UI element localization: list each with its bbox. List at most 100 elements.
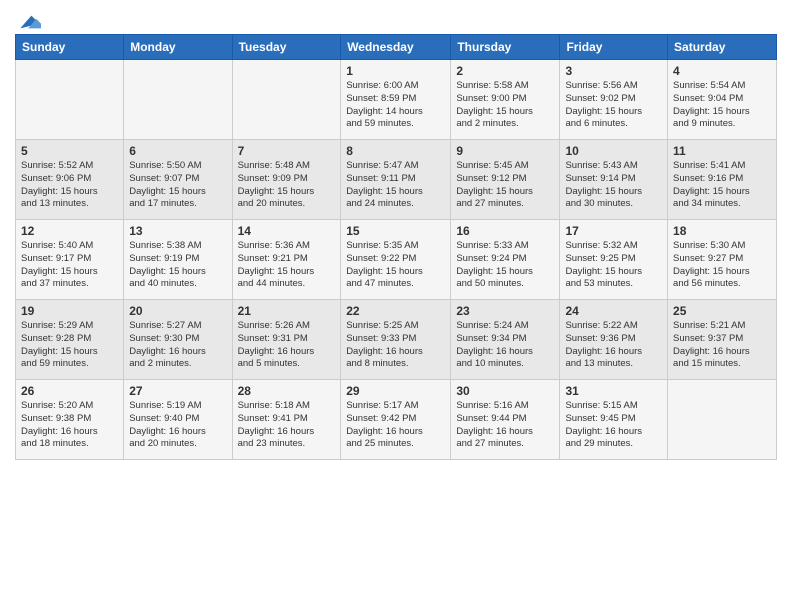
day-number: 30 <box>456 384 554 398</box>
calendar-week-row: 26 Sunrise: 5:20 AM Sunset: 9:38 PM Dayli… <box>16 380 777 460</box>
calendar-cell: 29 Sunrise: 5:17 AM Sunset: 9:42 PM Dayli… <box>341 380 451 460</box>
day-info: Sunrise: 5:24 AM Sunset: 9:34 PM Dayligh… <box>456 320 554 371</box>
calendar-cell: 14 Sunrise: 5:36 AM Sunset: 9:21 PM Dayli… <box>232 220 341 300</box>
calendar-cell: 20 Sunrise: 5:27 AM Sunset: 9:30 PM Dayli… <box>124 300 232 380</box>
day-info: Sunrise: 5:47 AM Sunset: 9:11 PM Dayligh… <box>346 160 445 211</box>
day-number: 14 <box>238 224 336 238</box>
day-info: Sunrise: 5:15 AM Sunset: 9:45 PM Dayligh… <box>565 400 662 451</box>
day-info: Sunrise: 5:48 AM Sunset: 9:09 PM Dayligh… <box>238 160 336 211</box>
day-number: 17 <box>565 224 662 238</box>
weekday-header: Friday <box>560 35 668 60</box>
calendar-cell: 10 Sunrise: 5:43 AM Sunset: 9:14 PM Dayli… <box>560 140 668 220</box>
day-info: Sunrise: 5:41 AM Sunset: 9:16 PM Dayligh… <box>673 160 771 211</box>
day-number: 19 <box>21 304 118 318</box>
calendar-cell: 15 Sunrise: 5:35 AM Sunset: 9:22 PM Dayli… <box>341 220 451 300</box>
weekday-header: Saturday <box>668 35 777 60</box>
weekday-header: Wednesday <box>341 35 451 60</box>
calendar-cell: 12Sunrise: 5:40 AM Sunset: 9:17 PM Dayli… <box>16 220 124 300</box>
day-number: 1 <box>346 64 445 78</box>
day-info: Sunrise: 5:17 AM Sunset: 9:42 PM Dayligh… <box>346 400 445 451</box>
calendar-cell <box>16 60 124 140</box>
calendar-cell: 16 Sunrise: 5:33 AM Sunset: 9:24 PM Dayli… <box>451 220 560 300</box>
weekday-header: Monday <box>124 35 232 60</box>
day-number: 21 <box>238 304 336 318</box>
day-number: 22 <box>346 304 445 318</box>
day-info: Sunrise: 5:56 AM Sunset: 9:02 PM Dayligh… <box>565 80 662 131</box>
calendar-cell: 18 Sunrise: 5:30 AM Sunset: 9:27 PM Dayli… <box>668 220 777 300</box>
day-number: 6 <box>129 144 226 158</box>
calendar-cell: 22 Sunrise: 5:25 AM Sunset: 9:33 PM Dayli… <box>341 300 451 380</box>
calendar-cell: 27 Sunrise: 5:19 AM Sunset: 9:40 PM Dayli… <box>124 380 232 460</box>
day-number: 18 <box>673 224 771 238</box>
day-info: Sunrise: 6:00 AM Sunset: 8:59 PM Dayligh… <box>346 80 445 131</box>
day-info: Sunrise: 5:18 AM Sunset: 9:41 PM Dayligh… <box>238 400 336 451</box>
calendar-cell <box>232 60 341 140</box>
calendar-cell: 5 Sunrise: 5:52 AM Sunset: 9:06 PM Daylig… <box>16 140 124 220</box>
calendar-header-row: SundayMondayTuesdayWednesdayThursdayFrid… <box>16 35 777 60</box>
calendar-cell: 26 Sunrise: 5:20 AM Sunset: 9:38 PM Dayli… <box>16 380 124 460</box>
calendar-cell: 17Sunrise: 5:32 AM Sunset: 9:25 PM Dayli… <box>560 220 668 300</box>
day-number: 3 <box>565 64 662 78</box>
calendar-cell: 25Sunrise: 5:21 AM Sunset: 9:37 PM Dayli… <box>668 300 777 380</box>
day-number: 9 <box>456 144 554 158</box>
day-number: 16 <box>456 224 554 238</box>
day-number: 12 <box>21 224 118 238</box>
day-number: 7 <box>238 144 336 158</box>
calendar-week-row: 12Sunrise: 5:40 AM Sunset: 9:17 PM Dayli… <box>16 220 777 300</box>
day-number: 28 <box>238 384 336 398</box>
day-info: Sunrise: 5:21 AM Sunset: 9:37 PM Dayligh… <box>673 320 771 371</box>
day-info: Sunrise: 5:52 AM Sunset: 9:06 PM Dayligh… <box>21 160 118 211</box>
calendar-cell: 1 Sunrise: 6:00 AM Sunset: 8:59 PM Daylig… <box>341 60 451 140</box>
day-number: 31 <box>565 384 662 398</box>
day-number: 13 <box>129 224 226 238</box>
calendar-cell: 28 Sunrise: 5:18 AM Sunset: 9:41 PM Dayli… <box>232 380 341 460</box>
day-number: 15 <box>346 224 445 238</box>
day-number: 26 <box>21 384 118 398</box>
day-info: Sunrise: 5:58 AM Sunset: 9:00 PM Dayligh… <box>456 80 554 131</box>
day-number: 27 <box>129 384 226 398</box>
calendar-cell: 6 Sunrise: 5:50 AM Sunset: 9:07 PM Daylig… <box>124 140 232 220</box>
day-number: 24 <box>565 304 662 318</box>
calendar-cell: 23 Sunrise: 5:24 AM Sunset: 9:34 PM Dayli… <box>451 300 560 380</box>
day-number: 23 <box>456 304 554 318</box>
calendar-cell: 21 Sunrise: 5:26 AM Sunset: 9:31 PM Dayli… <box>232 300 341 380</box>
calendar-cell: 8 Sunrise: 5:47 AM Sunset: 9:11 PM Daylig… <box>341 140 451 220</box>
header <box>15 10 777 28</box>
day-info: Sunrise: 5:20 AM Sunset: 9:38 PM Dayligh… <box>21 400 118 451</box>
calendar-week-row: 5 Sunrise: 5:52 AM Sunset: 9:06 PM Daylig… <box>16 140 777 220</box>
day-info: Sunrise: 5:54 AM Sunset: 9:04 PM Dayligh… <box>673 80 771 131</box>
calendar-cell <box>124 60 232 140</box>
day-info: Sunrise: 5:35 AM Sunset: 9:22 PM Dayligh… <box>346 240 445 291</box>
day-info: Sunrise: 5:45 AM Sunset: 9:12 PM Dayligh… <box>456 160 554 211</box>
day-number: 5 <box>21 144 118 158</box>
day-number: 4 <box>673 64 771 78</box>
calendar-week-row: 1 Sunrise: 6:00 AM Sunset: 8:59 PM Daylig… <box>16 60 777 140</box>
calendar-cell: 31 Sunrise: 5:15 AM Sunset: 9:45 PM Dayli… <box>560 380 668 460</box>
day-number: 20 <box>129 304 226 318</box>
page: SundayMondayTuesdayWednesdayThursdayFrid… <box>0 0 792 470</box>
day-info: Sunrise: 5:22 AM Sunset: 9:36 PM Dayligh… <box>565 320 662 371</box>
weekday-header: Thursday <box>451 35 560 60</box>
day-info: Sunrise: 5:16 AM Sunset: 9:44 PM Dayligh… <box>456 400 554 451</box>
day-info: Sunrise: 5:43 AM Sunset: 9:14 PM Dayligh… <box>565 160 662 211</box>
day-info: Sunrise: 5:29 AM Sunset: 9:28 PM Dayligh… <box>21 320 118 371</box>
day-info: Sunrise: 5:19 AM Sunset: 9:40 PM Dayligh… <box>129 400 226 451</box>
calendar-cell: 2Sunrise: 5:58 AM Sunset: 9:00 PM Daylig… <box>451 60 560 140</box>
day-number: 10 <box>565 144 662 158</box>
day-number: 8 <box>346 144 445 158</box>
day-info: Sunrise: 5:30 AM Sunset: 9:27 PM Dayligh… <box>673 240 771 291</box>
day-info: Sunrise: 5:33 AM Sunset: 9:24 PM Dayligh… <box>456 240 554 291</box>
day-info: Sunrise: 5:27 AM Sunset: 9:30 PM Dayligh… <box>129 320 226 371</box>
calendar-cell: 19 Sunrise: 5:29 AM Sunset: 9:28 PM Dayli… <box>16 300 124 380</box>
calendar-cell: 9 Sunrise: 5:45 AM Sunset: 9:12 PM Daylig… <box>451 140 560 220</box>
calendar-cell: 3 Sunrise: 5:56 AM Sunset: 9:02 PM Daylig… <box>560 60 668 140</box>
day-info: Sunrise: 5:36 AM Sunset: 9:21 PM Dayligh… <box>238 240 336 291</box>
logo-icon <box>17 10 41 34</box>
day-info: Sunrise: 5:26 AM Sunset: 9:31 PM Dayligh… <box>238 320 336 371</box>
day-info: Sunrise: 5:25 AM Sunset: 9:33 PM Dayligh… <box>346 320 445 371</box>
calendar-cell: 4 Sunrise: 5:54 AM Sunset: 9:04 PM Daylig… <box>668 60 777 140</box>
calendar-week-row: 19 Sunrise: 5:29 AM Sunset: 9:28 PM Dayli… <box>16 300 777 380</box>
calendar-cell: 24 Sunrise: 5:22 AM Sunset: 9:36 PM Dayli… <box>560 300 668 380</box>
day-number: 29 <box>346 384 445 398</box>
day-info: Sunrise: 5:50 AM Sunset: 9:07 PM Dayligh… <box>129 160 226 211</box>
